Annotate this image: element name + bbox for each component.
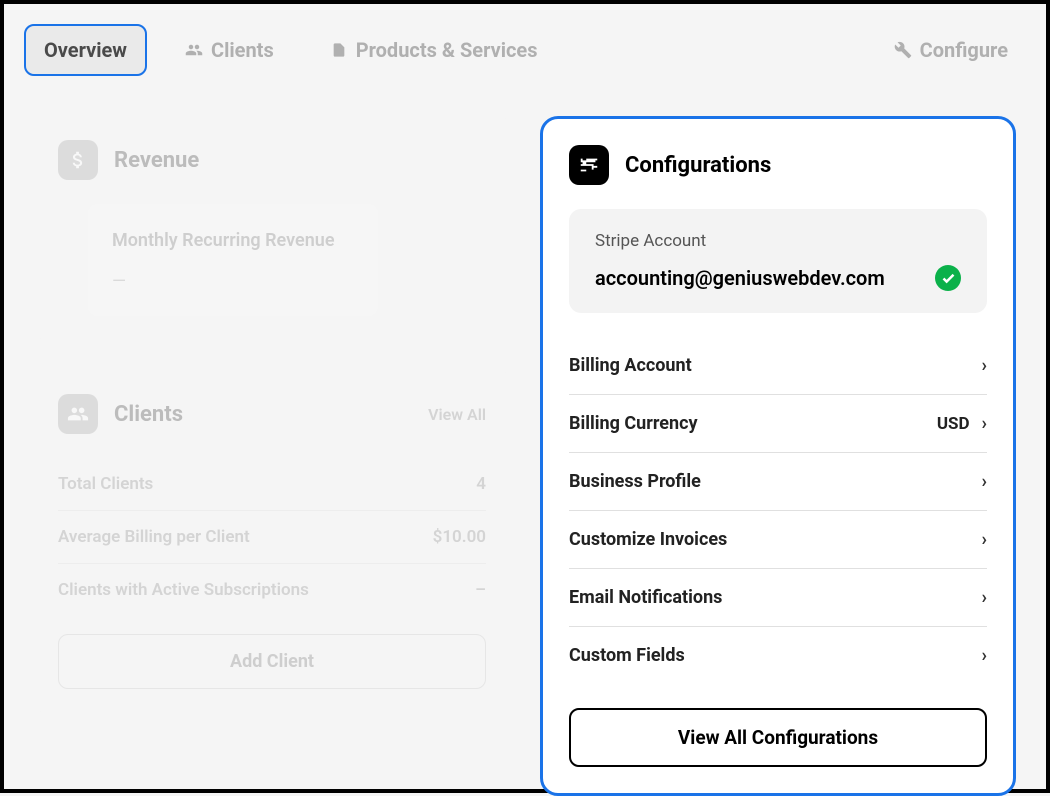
config-row-billing-account[interactable]: Billing Account › (569, 337, 987, 395)
stripe-account-box[interactable]: Stripe Account accounting@geniuswebdev.c… (569, 209, 987, 313)
chevron-right-icon: › (982, 645, 987, 666)
stat-avg-billing: Average Billing per Client $10.00 (58, 511, 486, 564)
tab-configure[interactable]: Configure (876, 26, 1026, 74)
clients-view-all-link[interactable]: View All (428, 405, 486, 424)
config-row-label: Custom Fields (569, 645, 685, 666)
stat-value: – (475, 580, 486, 600)
chevron-right-icon: › (982, 587, 987, 608)
tab-clients-label: Clients (211, 38, 274, 62)
content: Revenue Monthly Recurring Revenue — Clie… (24, 116, 1026, 796)
stripe-email: accounting@geniuswebdev.com (595, 266, 885, 290)
config-row-label: Billing Account (569, 355, 692, 376)
tab-clients[interactable]: Clients (167, 26, 292, 74)
config-row-billing-currency[interactable]: Billing Currency USD › (569, 395, 987, 453)
configurations-card: Configurations Stripe Account accounting… (540, 116, 1016, 796)
tab-overview[interactable]: Overview (24, 24, 147, 76)
clients-header: Clients View All (58, 394, 486, 434)
mrr-value: — (112, 271, 354, 292)
stat-value: 4 (476, 474, 486, 494)
stripe-row: accounting@geniuswebdev.com (595, 265, 961, 291)
wrench-icon (894, 41, 912, 59)
config-row-customize-invoices[interactable]: Customize Invoices › (569, 511, 987, 569)
check-circle-icon (935, 265, 961, 291)
users-icon (185, 41, 203, 59)
mrr-box: Monthly Recurring Revenue — (88, 204, 378, 316)
view-all-configurations-button[interactable]: View All Configurations (569, 708, 987, 767)
clients-title: Clients (114, 402, 183, 427)
config-row-label: Email Notifications (569, 587, 722, 608)
tab-configure-label: Configure (920, 38, 1008, 62)
right-column: Configurations Stripe Account accounting… (540, 116, 1016, 796)
add-client-button[interactable]: Add Client (58, 634, 486, 689)
config-header: Configurations (569, 145, 987, 185)
config-row-email-notifications[interactable]: Email Notifications › (569, 569, 987, 627)
chevron-right-icon: › (982, 413, 987, 434)
revenue-card: Revenue Monthly Recurring Revenue — (34, 116, 510, 340)
config-row-label: Business Profile (569, 471, 701, 492)
config-row-label: Billing Currency (569, 413, 698, 434)
config-row-custom-fields[interactable]: Custom Fields › (569, 627, 987, 684)
mrr-label: Monthly Recurring Revenue (112, 228, 354, 253)
left-column: Revenue Monthly Recurring Revenue — Clie… (34, 116, 510, 796)
stat-label: Total Clients (58, 474, 153, 494)
tab-overview-label: Overview (44, 38, 127, 62)
stat-total-clients: Total Clients 4 (58, 458, 486, 511)
clients-card: Clients View All Total Clients 4 Average… (34, 370, 510, 713)
config-row-value: USD (937, 414, 970, 434)
stat-value: $10.00 (433, 527, 486, 547)
revenue-header: Revenue (58, 140, 486, 180)
stat-label: Clients with Active Subscriptions (58, 580, 309, 600)
chevron-right-icon: › (982, 355, 987, 376)
chevron-right-icon: › (982, 471, 987, 492)
config-row-business-profile[interactable]: Business Profile › (569, 453, 987, 511)
tab-bar: Overview Clients Products & Services Con… (24, 24, 1026, 76)
sliders-icon (569, 145, 609, 185)
users-icon (58, 394, 98, 434)
stat-active-subs: Clients with Active Subscriptions – (58, 564, 486, 616)
tab-products-label: Products & Services (356, 38, 538, 62)
stat-label: Average Billing per Client (58, 527, 250, 547)
config-title: Configurations (625, 153, 771, 178)
file-icon (330, 41, 348, 59)
stripe-label: Stripe Account (595, 231, 961, 251)
tab-products[interactable]: Products & Services (312, 26, 556, 74)
revenue-title: Revenue (114, 148, 199, 173)
chevron-right-icon: › (982, 529, 987, 550)
dollar-icon (58, 140, 98, 180)
config-row-label: Customize Invoices (569, 529, 727, 550)
